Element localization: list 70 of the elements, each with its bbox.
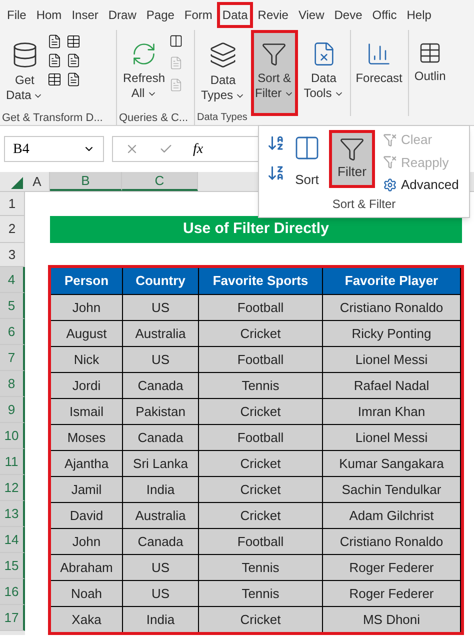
column-header[interactable]: C — [122, 172, 198, 191]
row-header[interactable]: 1 — [0, 192, 25, 216]
group-label: Get & Transform D... — [2, 111, 104, 126]
refresh-icon — [131, 41, 158, 67]
row-header[interactable]: 14 — [0, 527, 25, 553]
title-banner: Use of Filter Directly — [50, 216, 462, 243]
row-header[interactable]: 17 — [0, 605, 25, 631]
ribbon-tab[interactable]: Offic — [367, 2, 402, 28]
table-cell: Xaka — [51, 607, 123, 632]
file-icon — [169, 78, 184, 92]
sort-ascending-icon[interactable] — [267, 134, 285, 152]
ribbon-tab[interactable]: File — [2, 2, 32, 28]
ribbon-tab[interactable]: Inser — [66, 2, 104, 28]
chart-icon — [366, 41, 392, 67]
table-icon — [418, 41, 442, 65]
ribbon-tab[interactable]: Form — [179, 2, 218, 28]
funnel-icon — [383, 155, 397, 170]
ribbon-tab[interactable]: Deve — [329, 2, 368, 28]
table-icon — [47, 72, 62, 87]
cancel-icon[interactable] — [125, 142, 139, 156]
name-box[interactable]: B4 — [4, 136, 104, 162]
file-icon — [66, 53, 82, 68]
sort-filter-button[interactable]: Sort & Filter — [251, 30, 298, 116]
funnel-icon — [383, 132, 397, 147]
ribbon-tab[interactable]: View — [293, 2, 330, 28]
filter-icon — [261, 41, 288, 67]
table-cell: Cricket — [199, 607, 323, 632]
file-icon — [47, 34, 62, 49]
outline-button[interactable]: Outlin — [410, 30, 450, 116]
row-header[interactable]: 10 — [0, 423, 25, 449]
row-header[interactable]: 15 — [0, 553, 25, 579]
group-label: Queries & C... — [119, 111, 190, 126]
row-header[interactable]: 16 — [0, 579, 25, 605]
filter-option[interactable]: Advanced — [383, 175, 459, 194]
ribbon-tab[interactable]: Page — [141, 2, 180, 28]
ribbon-tab[interactable]: Data — [217, 2, 253, 28]
filter-button[interactable]: Filter — [329, 130, 375, 188]
sort-descending-icon[interactable] — [267, 164, 285, 182]
data-tools-button[interactable]: Data Tools — [300, 30, 348, 116]
table-cell: India — [123, 607, 199, 632]
layers-icon — [209, 41, 237, 69]
table-icon — [66, 34, 82, 49]
table-cell: MS Dhoni — [323, 607, 461, 632]
row-header[interactable]: 8 — [0, 371, 25, 397]
file-icon — [66, 72, 82, 87]
row-header[interactable]: 12 — [0, 475, 25, 501]
ribbon-tab[interactable]: Help — [402, 2, 436, 28]
file-icon — [47, 53, 62, 68]
row-header[interactable]: 7 — [0, 345, 25, 371]
filter-icon — [339, 136, 365, 162]
row-header[interactable]: 13 — [0, 501, 25, 527]
function-button[interactable]: fx — [193, 138, 204, 160]
row-header[interactable]: 5 — [0, 293, 25, 319]
ribbon-tab[interactable]: Hom — [31, 2, 67, 28]
column-header[interactable]: B — [50, 172, 122, 191]
ribbon-tab[interactable]: Revie — [252, 2, 294, 28]
forecast-button[interactable]: Forecast — [352, 30, 406, 116]
group-label: Sort & Filter — [331, 196, 397, 213]
group-label: Data Types — [197, 111, 248, 125]
ribbon-tab[interactable]: Draw — [103, 2, 142, 28]
corner-triangle-icon — [11, 177, 23, 189]
row-header[interactable]: 2 — [0, 216, 25, 243]
sort-button[interactable]: Sort — [293, 130, 321, 190]
row-header[interactable]: 11 — [0, 449, 25, 475]
row-header[interactable]: 6 — [0, 319, 25, 345]
pane-icon — [169, 34, 184, 48]
row-header[interactable]: 4 — [0, 267, 25, 293]
row-header[interactable]: 9 — [0, 397, 25, 423]
gear-icon — [383, 178, 397, 192]
file-icon — [169, 56, 184, 70]
